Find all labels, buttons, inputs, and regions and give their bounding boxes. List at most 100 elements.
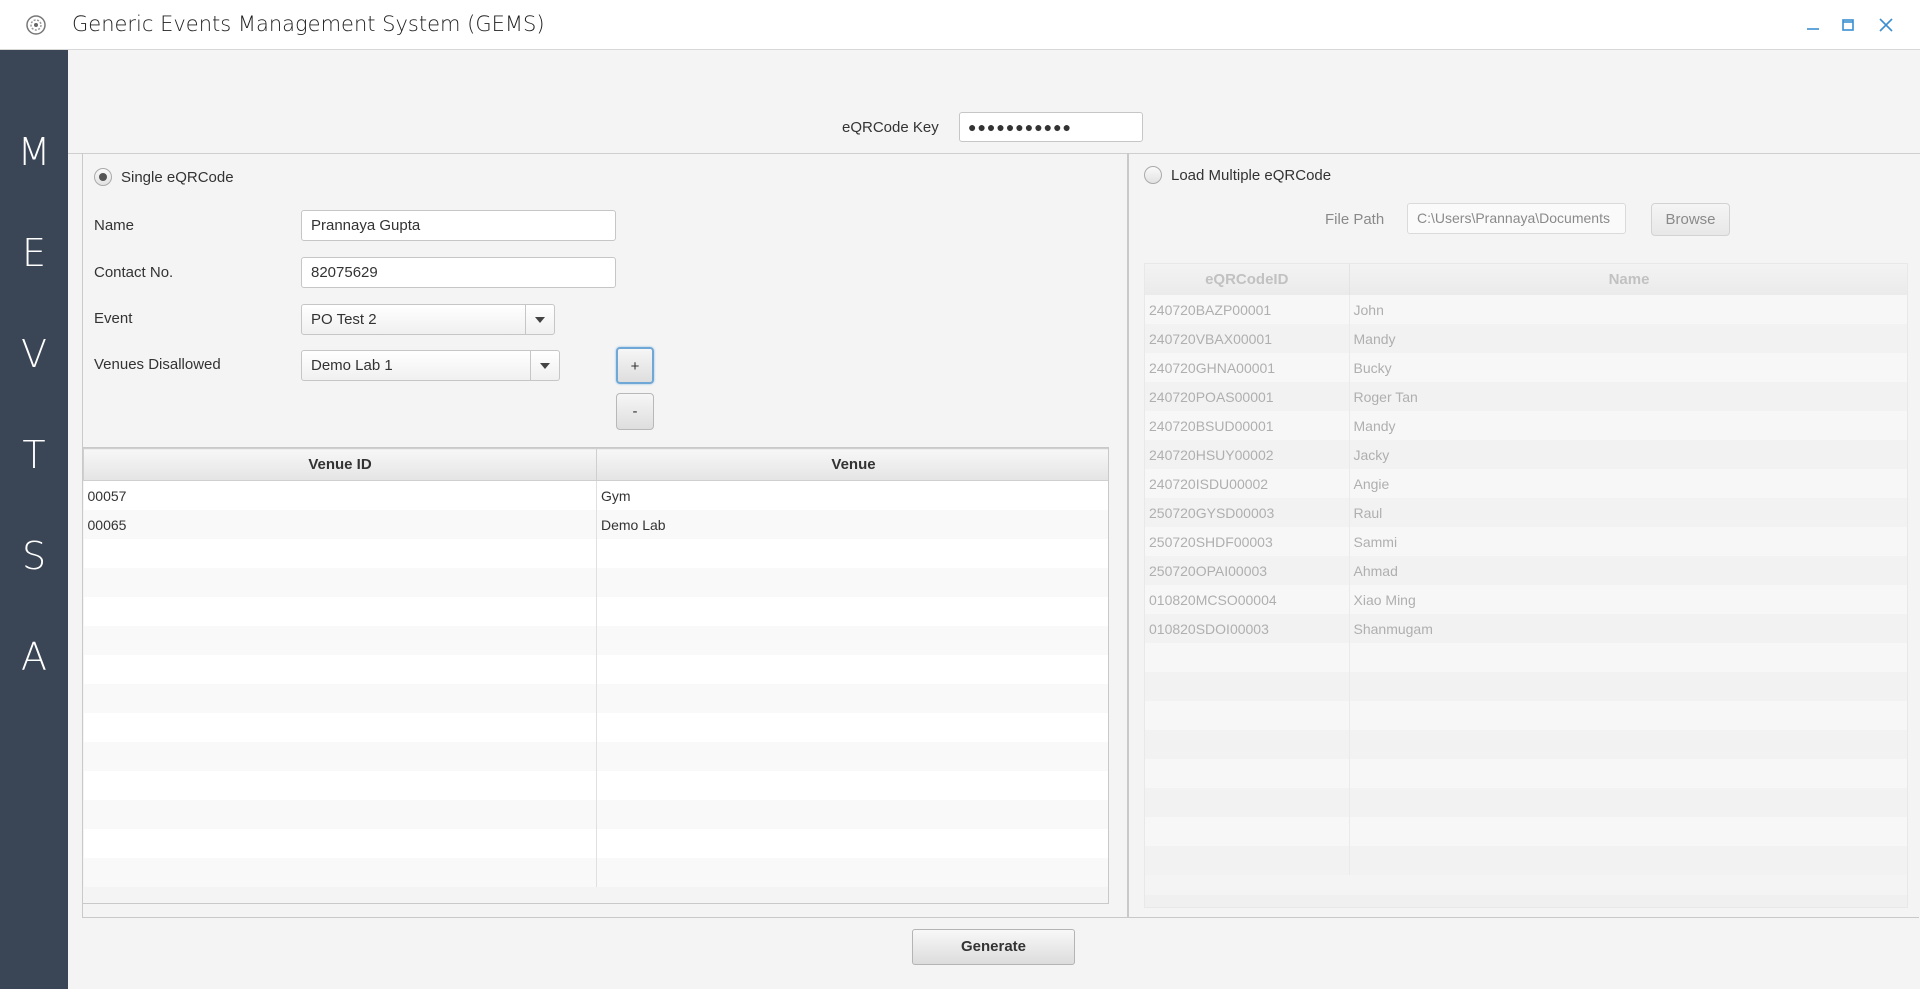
- eqrcodeid-cell: [1145, 846, 1350, 875]
- column-header-name[interactable]: Name: [1349, 264, 1907, 295]
- table-row[interactable]: [1145, 643, 1907, 672]
- eqrcodeid-cell: [1145, 759, 1350, 788]
- minimize-icon[interactable]: [1803, 15, 1823, 35]
- eqrcodeid-cell: 010820SDOI00003: [1145, 614, 1350, 643]
- name-field[interactable]: Prannaya Gupta: [301, 210, 616, 241]
- venue-cell: [596, 713, 1108, 742]
- app-logo-icon: [26, 15, 46, 35]
- name-cell: [1349, 672, 1907, 701]
- file-path-field[interactable]: C:\Users\Prannaya\Documents: [1407, 203, 1626, 234]
- window-title: Generic Events Management System (GEMS): [72, 12, 545, 36]
- table-row[interactable]: 250720GYSD00003 Raul: [1145, 498, 1907, 527]
- table-row[interactable]: 240720POAS00001 Roger Tan: [1145, 382, 1907, 411]
- table-row[interactable]: 010820SDOI00003 Shanmugam: [1145, 614, 1907, 643]
- eqrcodeid-cell: 240720POAS00001: [1145, 382, 1350, 411]
- name-label: Name: [94, 217, 135, 234]
- maximize-icon[interactable]: [1838, 15, 1858, 35]
- column-header-venue[interactable]: Venue: [596, 448, 1108, 481]
- chevron-down-icon[interactable]: [525, 305, 554, 334]
- column-header-eqrcodeid[interactable]: eQRCodeID: [1145, 264, 1350, 295]
- table-row[interactable]: 240720GHNA00001 Bucky: [1145, 353, 1907, 382]
- name-cell: Sammi: [1349, 527, 1907, 556]
- table-row[interactable]: 00065 Demo Lab: [83, 510, 1108, 539]
- table-row[interactable]: 240720BAZP00001 John: [1145, 295, 1907, 324]
- venue-id-cell: [83, 597, 597, 626]
- venue-cell: [596, 771, 1108, 800]
- add-venue-button[interactable]: +: [616, 347, 654, 384]
- remove-venue-button[interactable]: -: [616, 393, 654, 430]
- single-eqrcode-radio[interactable]: [94, 168, 112, 186]
- eqrcode-key-input[interactable]: ●●●●●●●●●●●: [959, 112, 1143, 142]
- venues-disallowed-select[interactable]: Demo Lab 1: [301, 350, 560, 381]
- table-row[interactable]: [83, 539, 1108, 568]
- table-row[interactable]: 240720VBAX00001 Mandy: [1145, 324, 1907, 353]
- table-row[interactable]: [1145, 788, 1907, 817]
- name-cell: Mandy: [1349, 324, 1907, 353]
- table-row[interactable]: [83, 626, 1108, 655]
- eqrcodeid-cell: [1145, 817, 1350, 846]
- table-row[interactable]: 250720SHDF00003 Sammi: [1145, 527, 1907, 556]
- venue-cell: [596, 858, 1108, 887]
- eqrcodeid-cell: 240720HSUY00002: [1145, 440, 1350, 469]
- table-row[interactable]: 240720BSUD00001 Mandy: [1145, 411, 1907, 440]
- sidebar-item-v[interactable]: V: [0, 332, 68, 376]
- venue-id-cell: [83, 858, 597, 887]
- name-cell: Ahmad: [1349, 556, 1907, 585]
- title-bar: Generic Events Management System (GEMS): [0, 0, 1920, 50]
- column-header-venue-id[interactable]: Venue ID: [83, 448, 597, 481]
- venue-cell: [596, 684, 1108, 713]
- horizontal-scrollbar[interactable]: [1145, 895, 1907, 907]
- load-multiple-radio[interactable]: [1144, 166, 1162, 184]
- contact-field[interactable]: 82075629: [301, 257, 616, 288]
- table-row[interactable]: [83, 742, 1108, 771]
- table-row[interactable]: [83, 829, 1108, 858]
- eqrcodeid-cell: [1145, 788, 1350, 817]
- venue-cell: Demo Lab: [596, 510, 1108, 539]
- sidebar-item-m[interactable]: M: [0, 130, 68, 174]
- name-cell: [1349, 846, 1907, 875]
- eqrcodeid-cell: [1145, 730, 1350, 759]
- close-icon[interactable]: [1876, 15, 1896, 35]
- name-cell: [1349, 730, 1907, 759]
- browse-button[interactable]: Browse: [1651, 203, 1730, 236]
- sidebar-item-t[interactable]: T: [0, 433, 68, 477]
- generate-button[interactable]: Generate: [912, 929, 1075, 965]
- table-row[interactable]: [1145, 846, 1907, 875]
- name-cell: [1349, 759, 1907, 788]
- sidebar-item-e[interactable]: E: [0, 231, 68, 275]
- name-cell: Bucky: [1349, 353, 1907, 382]
- venue-cell: [596, 568, 1108, 597]
- table-row[interactable]: [1145, 759, 1907, 788]
- single-eqrcode-label: Single eQRCode: [121, 169, 234, 186]
- chevron-down-icon[interactable]: [530, 351, 559, 380]
- event-select[interactable]: PO Test 2: [301, 304, 555, 335]
- table-row[interactable]: [83, 568, 1108, 597]
- table-row[interactable]: 240720ISDU00002 Angie: [1145, 469, 1907, 498]
- contact-label: Contact No.: [94, 264, 174, 281]
- table-row[interactable]: 240720HSUY00002 Jacky: [1145, 440, 1907, 469]
- table-row[interactable]: 250720OPAI00003 Ahmad: [1145, 556, 1907, 585]
- table-row[interactable]: [1145, 730, 1907, 759]
- table-row[interactable]: [83, 597, 1108, 626]
- table-row[interactable]: [83, 684, 1108, 713]
- eqrcodeid-cell: 250720OPAI00003: [1145, 556, 1350, 585]
- table-row[interactable]: [83, 800, 1108, 829]
- sidebar-item-s[interactable]: S: [0, 534, 68, 578]
- table-row[interactable]: [1145, 701, 1907, 730]
- venue-id-cell: 00065: [83, 510, 597, 539]
- table-row[interactable]: [83, 858, 1108, 887]
- table-row[interactable]: [1145, 672, 1907, 701]
- venue-id-cell: [83, 626, 597, 655]
- table-row[interactable]: 00057 Gym: [83, 480, 1108, 510]
- table-row[interactable]: [1145, 817, 1907, 846]
- table-row[interactable]: [83, 771, 1108, 800]
- table-row[interactable]: 010820MCSO00004 Xiao Ming: [1145, 585, 1907, 614]
- venue-id-cell: [83, 655, 597, 684]
- table-row[interactable]: [83, 713, 1108, 742]
- name-cell: Jacky: [1349, 440, 1907, 469]
- name-cell: Mandy: [1349, 411, 1907, 440]
- table-row[interactable]: [83, 655, 1108, 684]
- event-label: Event: [94, 310, 133, 327]
- name-cell: [1349, 643, 1907, 672]
- sidebar-item-a[interactable]: A: [0, 635, 68, 679]
